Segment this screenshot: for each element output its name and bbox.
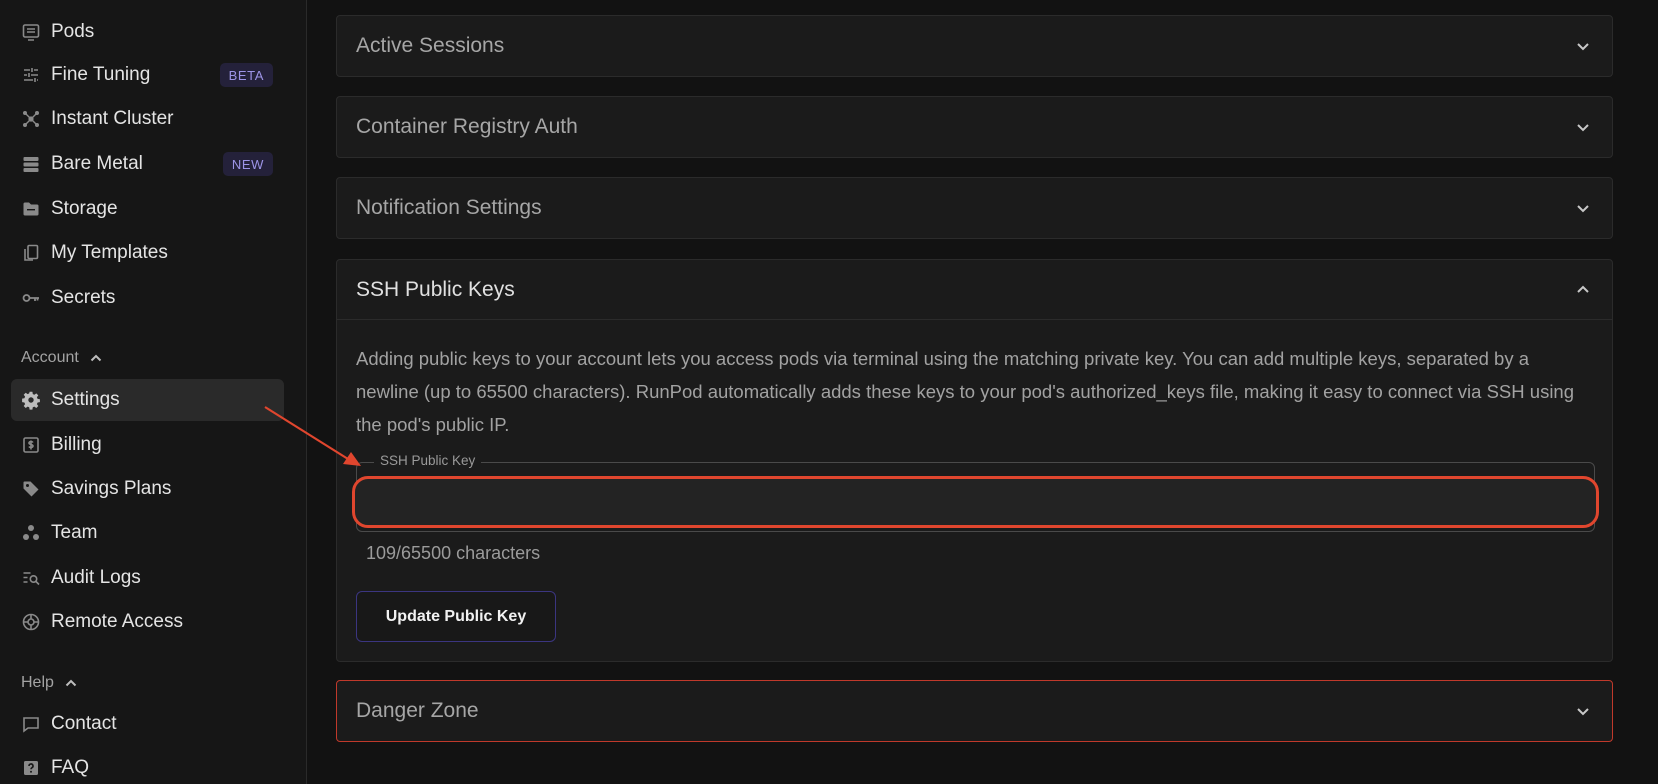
panel-title: Active Sessions [356,34,505,57]
active-sessions-panel: Active Sessions [336,15,1613,77]
pods-icon [21,22,41,42]
server-icon [21,154,41,174]
sidebar-item-remote-access[interactable]: Remote Access [11,601,284,643]
billing-icon [21,435,41,455]
panel-title: SSH Public Keys [356,277,515,301]
sidebar-item-label: Secrets [51,287,116,308]
key-icon [21,288,41,308]
account-section-label: Account [21,349,79,366]
sidebar-item-label: Settings [51,389,120,410]
danger-zone-panel: Danger Zone [336,680,1613,742]
panel-title: Container Registry Auth [356,115,578,138]
ssh-description: Adding public keys to your account lets … [356,348,1575,435]
sidebar-item-label: Audit Logs [51,567,141,588]
templates-icon [21,243,41,263]
remote-icon [21,612,41,632]
danger-zone-header[interactable]: Danger Zone [337,681,1612,741]
faq-icon [21,758,41,778]
active-sessions-header[interactable]: Active Sessions [337,16,1612,76]
sidebar-item-pods[interactable]: Pods [11,11,284,53]
sidebar-item-faq[interactable]: FAQ [11,747,284,784]
ssh-public-key-input[interactable] [352,476,1599,528]
audit-icon [21,568,41,588]
chevron-up-icon [65,679,77,687]
chevron-down-icon [1577,708,1589,716]
chevron-down-icon [1577,124,1589,132]
sidebar-item-team[interactable]: Team [11,512,284,554]
sidebar-item-contact[interactable]: Contact [11,703,284,745]
gear-icon [21,390,41,410]
sidebar-item-settings[interactable]: Settings [11,379,284,421]
container-registry-header[interactable]: Container Registry Auth [337,97,1612,157]
sidebar-item-label: Bare Metal [51,153,143,174]
sidebar-item-label: FAQ [51,757,90,778]
chevron-up-icon [90,354,102,362]
sidebar-item-fine-tuning[interactable]: Fine Tuning BETA [11,54,284,96]
beta-badge: BETA [219,63,273,87]
sidebar-item-instant-cluster[interactable]: Instant Cluster [11,98,284,140]
folder-icon [21,199,41,219]
ssh-public-keys-panel: SSH Public Keys Adding public keys to yo… [336,259,1613,662]
sidebar-item-label: Instant Cluster [51,108,174,129]
chevron-down-icon [1577,43,1589,51]
help-section-label: Help [21,674,54,691]
panel-title: Notification Settings [356,196,542,219]
update-public-key-button[interactable]: Update Public Key [356,591,556,642]
chevron-up-icon [1577,285,1589,293]
container-registry-panel: Container Registry Auth [336,96,1613,158]
sidebar-item-storage[interactable]: Storage [11,188,284,230]
tag-icon [21,479,41,499]
sidebar-item-my-templates[interactable]: My Templates [11,232,284,274]
chevron-down-icon [1577,205,1589,213]
sidebar: Pods Fine Tuning BETA Instant Cluster Ba… [0,0,307,784]
sliders-icon [21,65,41,85]
notification-settings-header[interactable]: Notification Settings [337,178,1612,238]
sidebar-item-savings-plans[interactable]: Savings Plans [11,468,284,510]
sidebar-item-audit-logs[interactable]: Audit Logs [11,557,284,599]
sidebar-item-label: Storage [51,198,118,219]
team-icon [21,523,41,543]
sidebar-item-secrets[interactable]: Secrets [11,277,284,319]
notification-settings-panel: Notification Settings [336,177,1613,239]
cluster-icon [21,109,41,129]
sidebar-item-label: Team [51,522,98,543]
ssh-public-keys-header[interactable]: SSH Public Keys [337,260,1612,320]
character-count: 109/65500 characters [366,543,541,563]
ssh-field-label: SSH Public Key [374,453,482,468]
new-badge: NEW [222,152,273,176]
help-section-toggle[interactable]: Help [21,674,79,692]
sidebar-item-label: Savings Plans [51,478,172,499]
sidebar-item-bare-metal[interactable]: Bare Metal NEW [11,143,284,185]
sidebar-item-label: Contact [51,713,117,734]
sidebar-item-label: My Templates [51,242,168,263]
sidebar-item-label: Pods [51,21,95,42]
account-section-toggle[interactable]: Account [21,349,104,367]
sidebar-item-label: Remote Access [51,611,183,632]
sidebar-item-billing[interactable]: Billing [11,424,284,466]
sidebar-item-label: Billing [51,434,102,455]
panel-title: Danger Zone [356,699,479,722]
chat-icon [21,714,41,734]
sidebar-item-label: Fine Tuning [51,64,151,85]
